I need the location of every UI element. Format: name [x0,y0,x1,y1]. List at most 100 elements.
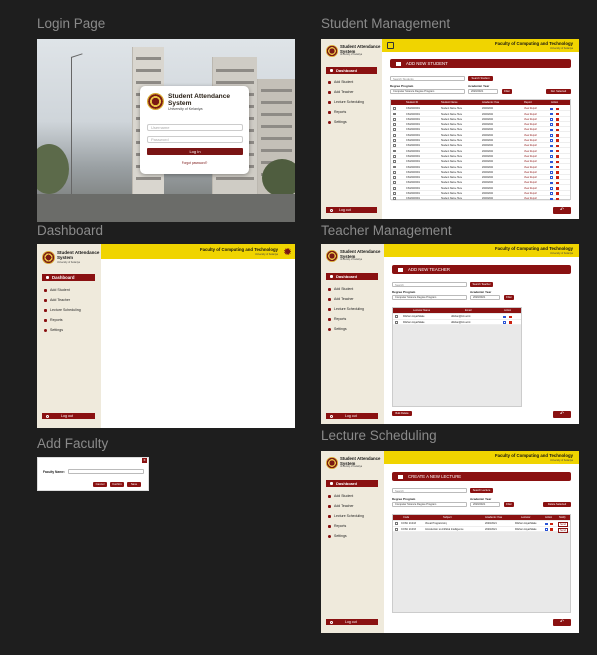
nav-reports[interactable]: Reports [328,317,346,321]
delete-icon[interactable] [556,181,559,185]
nav-dashboard[interactable]: Dashboard [42,274,95,281]
nav-settings[interactable]: Settings [44,328,63,332]
row-checkbox[interactable] [393,192,396,195]
row-checkbox[interactable] [393,139,396,142]
nav-add-student[interactable]: Add Student [328,80,353,84]
delete-icon[interactable] [550,528,553,531]
nav-reports[interactable]: Reports [328,110,346,114]
delete-icon[interactable] [556,155,559,158]
search-lecture-button[interactable]: Search Lecture [470,488,493,493]
nav-dashboard[interactable]: Dashboard [326,67,377,74]
edit-icon[interactable] [550,176,553,179]
nav-settings[interactable]: Settings [328,120,347,124]
delete-icon[interactable] [556,144,559,148]
academic-year-select[interactable]: 2020/2021 [468,89,498,94]
edit-icon[interactable] [550,181,553,185]
add-teacher-banner[interactable]: ADD NEW TEACHER [392,265,571,274]
row-checkbox[interactable] [393,154,396,158]
search-student-button[interactable]: Search Student [468,76,493,81]
edit-icon[interactable] [550,192,553,195]
row-checkbox[interactable] [395,527,398,531]
delete-icon[interactable] [556,192,559,195]
delete-icon[interactable] [556,134,559,137]
cancel-button[interactable]: Cancel [93,482,107,487]
edit-icon[interactable] [550,160,553,164]
back-button[interactable]: ↶ [553,207,571,214]
view-report-link[interactable]: View Report [524,166,537,169]
filter-button[interactable]: Filter [504,295,514,300]
delete-icon[interactable] [556,165,559,169]
edit-icon[interactable] [550,171,553,174]
view-report-link[interactable]: View Report [524,197,537,200]
nav-add-teacher[interactable]: Add Teacher [328,90,354,94]
edit-icon[interactable] [550,197,553,201]
nav-dashboard[interactable]: Dashboard [326,273,378,280]
view-report-link[interactable]: View Report [524,155,537,158]
delete-icon[interactable] [556,171,559,174]
save-button[interactable]: Save [127,482,141,487]
logout-button[interactable]: Log out [326,619,378,625]
nav-reports[interactable]: Reports [44,318,63,322]
nav-settings[interactable]: Settings [328,327,347,331]
login-button[interactable]: Log In [147,148,243,155]
edit-icon[interactable] [545,522,548,526]
edit-icon[interactable] [550,144,553,148]
row-checkbox[interactable] [393,170,396,174]
nav-lecture-scheduling[interactable]: Lecture Scheduling [44,308,81,312]
view-report-link[interactable]: View Report [524,171,537,174]
degree-program-select[interactable]: Computer Science Degree Program [392,295,467,300]
menu-icon[interactable] [387,42,394,49]
edit-icon[interactable] [550,112,553,116]
view-report-link[interactable]: View Report [524,160,537,163]
edit-icon[interactable] [550,134,553,137]
back-button[interactable]: ↶ [553,619,571,626]
delete-icon[interactable] [556,197,559,201]
delete-icon[interactable] [556,187,559,190]
delete-icon[interactable] [550,522,553,526]
row-checkbox[interactable] [393,117,396,121]
delete-icon[interactable] [556,149,559,153]
row-checkbox[interactable] [393,123,396,126]
degree-program-select[interactable]: Computer Science Degree Program [390,89,465,94]
delete-icon[interactable] [556,139,559,142]
row-checkbox[interactable] [393,107,396,111]
view-report-link[interactable]: View Report [524,139,537,142]
row-checkbox[interactable] [393,197,396,201]
bulk-delete-button[interactable]: Bulk Delete [392,411,412,416]
view-report-link[interactable]: View Report [524,176,537,179]
logout-button[interactable]: Log out [326,207,377,213]
edit-icon[interactable] [550,123,553,126]
create-lecture-banner[interactable]: CREATE A NEW LECTURE [392,472,571,481]
view-report-link[interactable]: View Report [524,107,537,110]
row-checkbox[interactable] [393,176,396,179]
row-checkbox[interactable] [393,165,396,169]
row-checkbox[interactable] [393,149,396,153]
row-checkbox[interactable] [393,112,396,116]
nav-settings[interactable]: Settings [328,534,347,538]
nav-add-student[interactable]: Add Student [328,287,353,291]
view-report-link[interactable]: View Report [524,187,537,190]
delete-icon[interactable] [556,118,559,121]
nav-add-teacher[interactable]: Add Teacher [44,298,70,302]
edit-icon[interactable] [550,187,553,190]
forgot-password-link[interactable]: Forgot password? [140,161,249,165]
nav-dashboard[interactable]: Dashboard [326,480,378,487]
academic-year-select[interactable]: 2020/2021 [470,295,500,300]
view-report-link[interactable]: View Report [524,144,537,147]
edit-icon[interactable] [550,149,553,153]
row-checkbox[interactable] [395,522,398,526]
view-report-link[interactable]: View Report [524,113,537,116]
dialog-close-button[interactable]: x [142,458,147,463]
nav-add-student[interactable]: Add Student [328,494,353,498]
academic-year-select[interactable]: 2020/2021 [470,502,500,507]
view-report-link[interactable]: View Report [524,192,537,195]
delete-selected-button[interactable]: Del. Selected [546,89,571,94]
row-checkbox[interactable] [393,181,396,185]
nav-lecture-scheduling[interactable]: Lecture Scheduling [328,307,364,311]
search-teacher-button[interactable]: Search Teacher [470,282,493,287]
delete-selected-button[interactable]: Delete Selected [543,502,571,507]
edit-icon[interactable] [550,128,553,132]
add-student-banner[interactable]: ADD NEW STUDENT [390,59,571,68]
view-report-link[interactable]: View Report [524,118,537,121]
view-report-link[interactable]: View Report [524,150,537,153]
